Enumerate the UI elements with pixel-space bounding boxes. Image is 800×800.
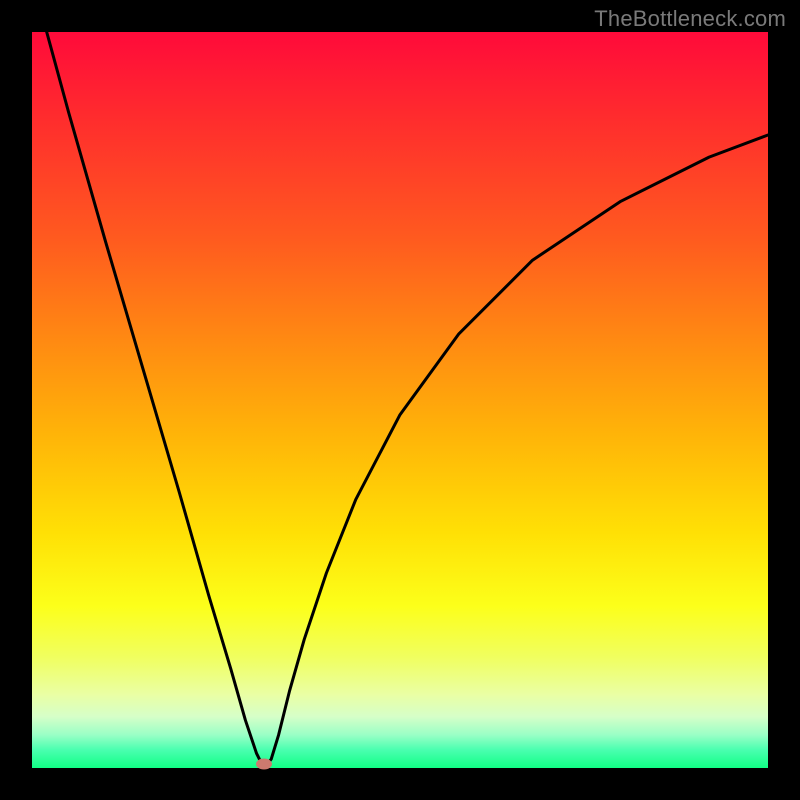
watermark-text: TheBottleneck.com <box>594 6 786 32</box>
bottleneck-curve <box>32 32 768 768</box>
optimal-point-marker <box>256 759 272 770</box>
chart-frame: TheBottleneck.com <box>0 0 800 800</box>
chart-plot-area <box>32 32 768 768</box>
